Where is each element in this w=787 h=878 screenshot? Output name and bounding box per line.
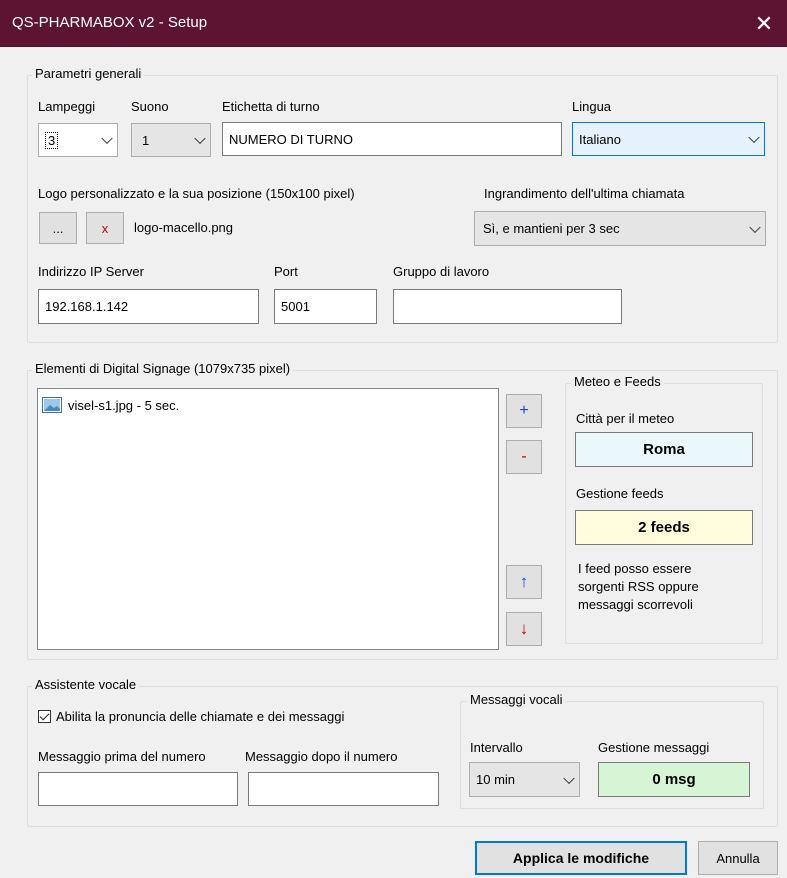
etichetta-label: Etichetta di turno [222,99,320,114]
interval-label: Intervallo [470,740,523,755]
feeds-label: Gestione feeds [576,486,664,501]
chevron-down-icon [194,132,206,145]
logo-remove-button[interactable]: x [86,212,124,244]
suono-select[interactable]: 1 [131,123,211,157]
feeds-note: I feed posso essere sorgenti RSS oppure … [578,561,699,612]
manage-label: Gestione messaggi [598,740,710,755]
image-icon [42,397,62,413]
logo-browse-button[interactable]: ... [39,212,77,244]
ip-input[interactable]: 192.168.1.142 [38,289,259,324]
before-input[interactable] [38,772,238,806]
ip-value: 192.168.1.142 [45,299,129,314]
ip-label: Indirizzo IP Server [38,264,144,279]
signage-listbox[interactable]: visel-s1.jpg - 5 sec. [37,388,499,650]
cancel-label: Annulla [716,850,760,866]
interval-select[interactable]: 10 min [469,762,580,797]
after-input[interactable] [248,772,439,806]
gruppo-input[interactable] [393,289,622,324]
suono-label: Suono [131,99,169,114]
minus-icon: - [521,448,527,465]
ingrandimento-label: Ingrandimento dell'ultima chiamata [484,186,685,201]
port-input[interactable]: 5001 [274,289,377,324]
chevron-down-icon [563,772,575,784]
meteo-legend: Meteo e Feeds [571,374,664,389]
city-value: Roma [643,441,685,458]
list-item[interactable]: visel-s1.jpg - 5 sec. [42,397,179,413]
window-title: QS-PHARMABOX v2 - Setup [12,14,208,31]
move-up-button[interactable]: ↑ [506,565,542,599]
arrow-up-icon: ↑ [519,572,529,591]
signage-legend: Elementi di Digital Signage (1079x735 pi… [32,361,294,376]
chevron-down-icon [101,132,113,145]
close-icon[interactable]: ✕ [741,0,787,47]
title-bar: QS-PHARMABOX v2 - Setup ✕ [0,0,787,47]
suono-value: 1 [142,132,150,148]
city-label: Città per il meteo [576,411,675,426]
general-legend: Parametri generali [32,66,145,81]
enable-voice-checkbox[interactable]: Abilita la pronuncia delle chiamate e de… [38,709,344,724]
manage-value: 0 msg [652,771,696,788]
city-box[interactable]: Roma [575,432,753,467]
apply-button[interactable]: Applica le modifiche [475,841,687,875]
vocal-msgs-legend: Messaggi vocali [467,692,566,707]
before-label: Messaggio prima del numero [38,749,206,764]
remove-item-button[interactable]: - [506,440,542,474]
logo-filename: logo-macello.png [134,220,234,235]
apply-label: Applica le modifiche [512,850,650,866]
ingrandimento-select[interactable]: Sì, e mantieni per 3 sec [474,211,766,246]
lingua-value: Italiano [579,131,621,147]
checkbox-checked-icon[interactable] [38,710,51,723]
etichetta-value: NUMERO DI TURNO [229,131,353,147]
lingua-select[interactable]: Italiano [572,122,765,156]
list-item-label: visel-s1.jpg - 5 sec. [68,397,180,413]
enable-voice-label: Abilita la pronuncia delle chiamate e de… [56,709,345,724]
interval-value: 10 min [476,772,516,787]
chevron-down-icon [748,131,760,144]
lampeggi-label: Lampeggi [38,99,96,114]
port-label: Port [274,264,298,279]
ingrandimento-value: Sì, e mantieni per 3 sec [483,221,620,236]
arrow-down-icon: ↓ [519,619,529,638]
lampeggi-select[interactable]: 3 [38,123,118,157]
remove-label: x [101,220,109,236]
move-down-button[interactable]: ↓ [506,612,542,646]
feeds-value: 2 feeds [638,519,690,536]
voice-legend: Assistente vocale [32,677,140,692]
manage-box[interactable]: 0 msg [598,762,750,797]
port-value: 5001 [281,299,310,314]
feeds-box[interactable]: 2 feeds [575,510,753,545]
logo-label: Logo personalizzato e la sua posizione (… [38,186,355,201]
browse-label: ... [52,220,64,236]
after-label: Messaggio dopo il numero [245,749,398,764]
lingua-label: Lingua [572,99,612,114]
gruppo-label: Gruppo di lavoro [393,264,490,279]
etichetta-input[interactable]: NUMERO DI TURNO [222,122,562,156]
add-item-button[interactable]: + [506,394,542,428]
cancel-button[interactable]: Annulla [698,841,778,875]
plus-icon: + [519,402,529,419]
lampeggi-value: 3 [45,131,59,149]
chevron-down-icon [749,221,761,233]
